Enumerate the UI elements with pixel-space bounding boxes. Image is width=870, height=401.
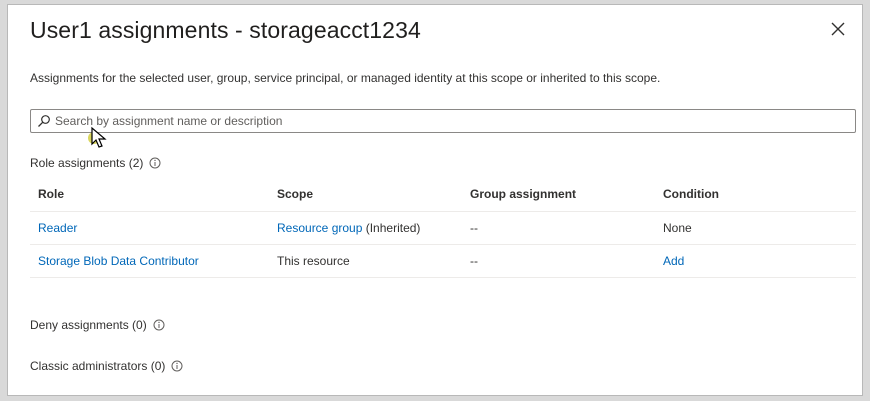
info-icon[interactable] [149, 157, 161, 169]
classic-administrators-label: Classic administrators (0) [30, 359, 166, 373]
role-link-storage-blob-data-contributor[interactable]: Storage Blob Data Contributor [38, 254, 199, 268]
role-assignments-table: Role Scope Group assignment Condition Re… [30, 177, 856, 278]
classic-administrators-header: Classic administrators (0) [30, 359, 183, 373]
search-input[interactable] [55, 114, 855, 128]
group-assignment-value: -- [462, 211, 655, 245]
dialog-description: Assignments for the selected user, group… [30, 71, 661, 85]
close-button[interactable] [828, 19, 848, 39]
table-header-row: Role Scope Group assignment Condition [30, 177, 856, 212]
condition-value: None [655, 211, 856, 245]
scope-inherited-text: (Inherited) [362, 221, 421, 235]
cursor-highlight [88, 132, 100, 144]
search-icon [37, 114, 51, 128]
role-assignments-header: Role assignments (2) [30, 156, 161, 170]
deny-assignments-header: Deny assignments (0) [30, 318, 165, 332]
search-box[interactable] [30, 109, 856, 133]
group-assignment-value: -- [462, 244, 655, 278]
info-icon[interactable] [153, 319, 165, 331]
scope-value: This resource [269, 244, 462, 278]
role-assignments-label: Role assignments (2) [30, 156, 144, 170]
column-header-scope[interactable]: Scope [269, 177, 462, 212]
column-header-group-assignment[interactable]: Group assignment [462, 177, 655, 212]
column-header-condition[interactable]: Condition [655, 177, 856, 212]
add-condition-link[interactable]: Add [663, 254, 684, 268]
role-link-reader[interactable]: Reader [38, 221, 77, 235]
info-icon[interactable] [171, 360, 183, 372]
deny-assignments-label: Deny assignments (0) [30, 318, 147, 332]
table-row: Storage Blob Data Contributor This resou… [30, 244, 856, 278]
dialog-title: User1 assignments - storageacct1234 [30, 17, 421, 43]
table-row: Reader Resource group (Inherited) -- Non… [30, 211, 856, 245]
column-header-role[interactable]: Role [30, 177, 269, 212]
assignments-dialog: User1 assignments - storageacct1234 Assi… [7, 4, 863, 396]
close-icon [831, 22, 845, 36]
scope-link-resource-group[interactable]: Resource group [277, 221, 362, 235]
